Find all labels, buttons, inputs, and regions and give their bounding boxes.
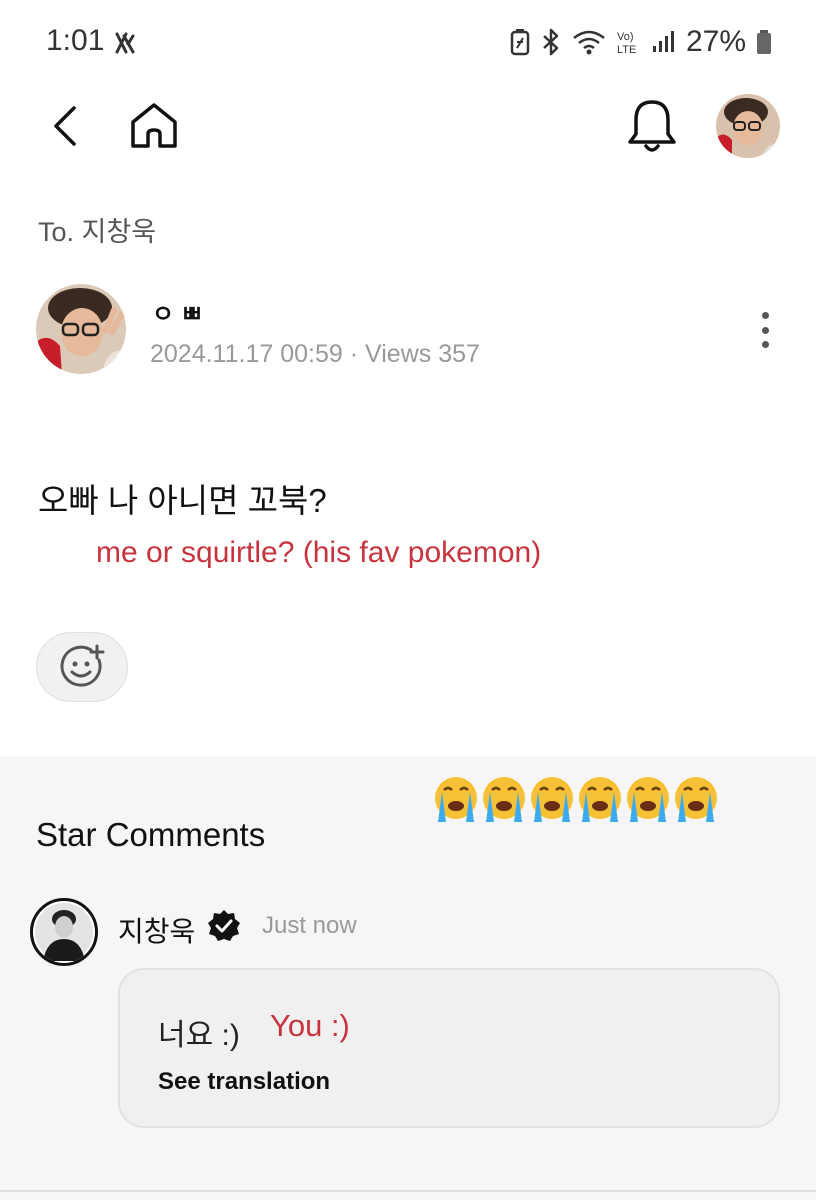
loudly-crying-face-icon <box>483 777 525 822</box>
battery-saver-icon <box>510 29 530 56</box>
post-date: 2024.11.17 00:59 <box>150 340 343 368</box>
translation-annotation: You :) <box>270 1008 350 1043</box>
home-button[interactable] <box>124 96 184 156</box>
avatar-image <box>716 94 780 158</box>
commenter-name: 지창욱 <box>118 916 196 947</box>
section-title: Star Comments <box>36 816 266 853</box>
author-avatar[interactable] <box>36 284 126 374</box>
crying-emoji-row <box>432 774 720 824</box>
back-button[interactable] <box>36 98 92 154</box>
dot-icon <box>761 312 769 319</box>
status-time: 1:01 <box>46 24 105 57</box>
divider <box>0 1190 816 1192</box>
post-meta: 2024.11.17 00:59 · Views 357 <box>150 340 480 369</box>
comment-bubble: 너요 :) You :) See translation <box>118 968 780 1128</box>
signal-icon <box>652 31 674 52</box>
chevron-left-icon <box>54 106 76 146</box>
app-notification-icon <box>115 32 135 54</box>
see-translation-link[interactable]: See translation <box>158 1068 330 1096</box>
dot-icon <box>761 326 769 334</box>
wifi-icon <box>573 30 605 55</box>
status-icons: Vo) LTE 27% <box>510 24 772 60</box>
star-comments-section: Star Comments 지창욱 Just now 너요 :) You :) … <box>0 756 816 1200</box>
loudly-crying-face-icon <box>627 777 669 822</box>
profile-avatar[interactable] <box>716 94 780 158</box>
volte-icon: Vo) LTE <box>617 31 636 56</box>
loudly-crying-face-icon <box>531 777 573 822</box>
notifications-button[interactable] <box>620 94 684 158</box>
translation-annotation: me or squirtle? (his fav pokemon) <box>96 536 542 569</box>
svg-text:LTE: LTE <box>617 44 636 56</box>
meta-separator: · <box>349 340 359 368</box>
post-body: 오빠 나 아니면 꼬북? <box>38 482 327 519</box>
recipient-label: To. 지창욱 <box>38 217 157 247</box>
status-bar: 1:01 Vo) LTE 27% <box>0 0 816 84</box>
loudly-crying-face-icon <box>435 777 477 822</box>
app-header <box>0 84 816 174</box>
loudly-crying-face-icon <box>675 777 717 822</box>
post-views: Views 357 <box>365 340 480 368</box>
verified-badge-icon <box>208 910 240 941</box>
svg-text:Vo): Vo) <box>617 31 634 43</box>
battery-icon <box>757 30 771 54</box>
comment-time: Just now <box>262 912 357 939</box>
battery-percent: 27% <box>685 25 746 58</box>
more-options-button[interactable] <box>750 306 780 354</box>
bluetooth-icon <box>543 28 559 56</box>
home-icon <box>131 103 177 148</box>
add-reaction-button[interactable] <box>36 632 128 702</box>
commenter-avatar[interactable] <box>30 898 98 966</box>
bell-icon <box>628 100 676 152</box>
author-name: ㅇ ㅃ <box>152 301 203 328</box>
comment-text: 너요 :) <box>158 1019 240 1052</box>
avatar-image <box>36 284 126 374</box>
avatar-image <box>35 903 93 961</box>
dot-icon <box>761 341 769 348</box>
post-author-row: ㅇ ㅃ 2024.11.17 00:59 · Views 357 <box>36 284 780 384</box>
loudly-crying-face-icon <box>579 777 621 822</box>
add-emoji-icon <box>60 644 105 687</box>
